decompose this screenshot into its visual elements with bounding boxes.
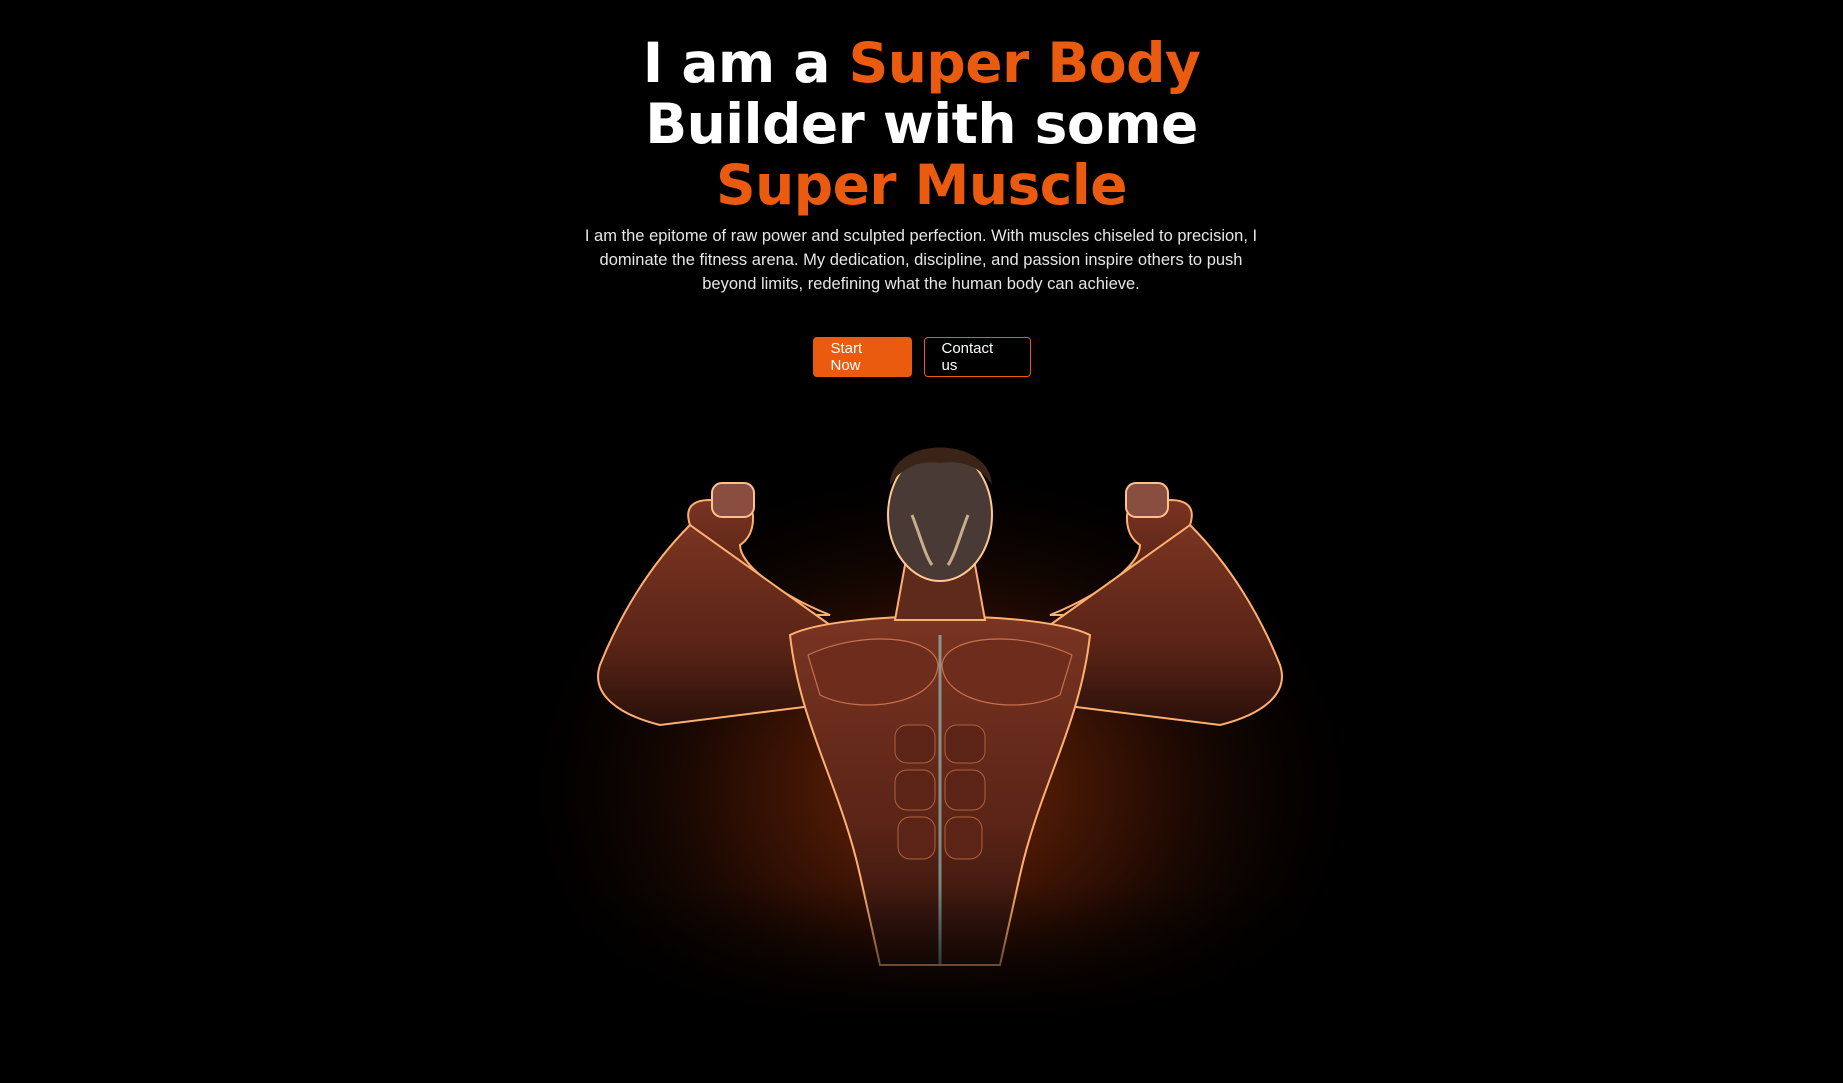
hero-headline: I am a Super Body Builder with some Supe…: [0, 33, 1843, 216]
headline-line-3: Super Muscle: [715, 153, 1128, 217]
hero-buttons: Start Now Contact us: [0, 337, 1843, 377]
headline-text: I am a: [642, 31, 849, 95]
bodybuilder-image: [540, 405, 1340, 1025]
hero-section: I am a Super Body Builder with some Supe…: [0, 0, 1843, 1083]
contact-us-button[interactable]: Contact us: [923, 337, 1031, 377]
start-now-button[interactable]: Start Now: [812, 337, 912, 377]
headline-accent-text: Super Body: [848, 31, 1201, 95]
headline-line-1: I am a Super Body: [0, 33, 1843, 94]
headline-line-2: Builder with some: [645, 92, 1198, 156]
hero-description: I am the epitome of raw power and sculpt…: [584, 227, 1258, 293]
